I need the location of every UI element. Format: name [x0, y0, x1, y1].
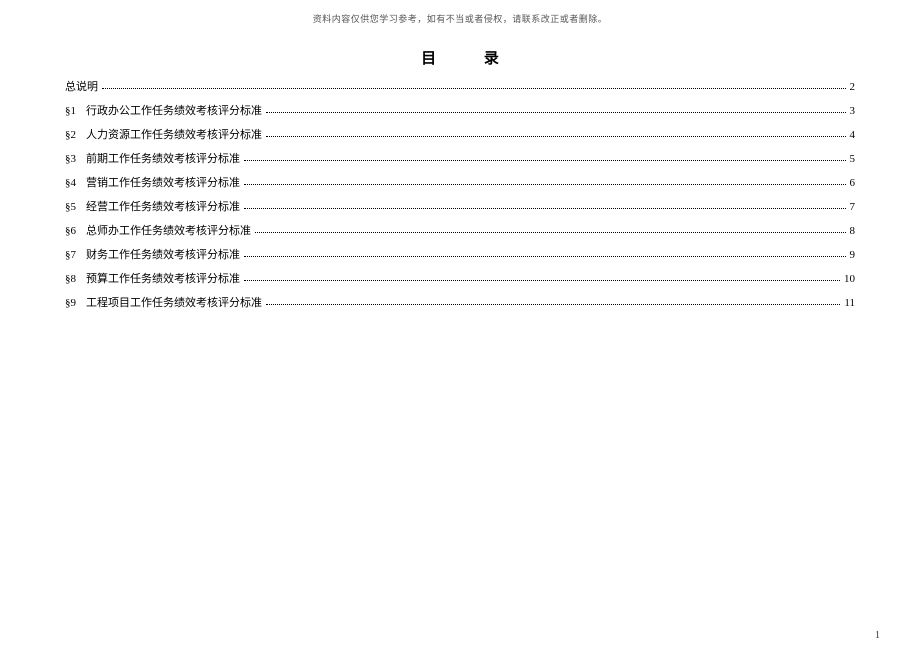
- toc-entry-label: 前期工作任务绩效考核评分标准: [86, 154, 240, 165]
- toc-entry-page: 6: [850, 178, 856, 189]
- toc-entry: §3 前期工作任务绩效考核评分标准 5: [65, 154, 855, 165]
- toc-entry-page: 5: [850, 154, 856, 165]
- toc-leader-dots: [244, 184, 846, 185]
- toc-entry-label: 财务工作任务绩效考核评分标准: [86, 250, 240, 261]
- toc-leader-dots: [266, 112, 846, 113]
- toc-entry-page: 2: [850, 82, 856, 93]
- toc-entry: §9 工程项目工作任务绩效考核评分标准 11: [65, 298, 855, 309]
- toc-entry-page: 4: [850, 130, 856, 141]
- table-of-contents: 总说明 2 §1 行政办公工作任务绩效考核评分标准 3 §2 人力资源工作任务绩…: [65, 82, 855, 309]
- toc-entry-label: 总说明: [65, 82, 98, 93]
- toc-leader-dots: [266, 304, 840, 305]
- toc-entry: §6 总师办工作任务绩效考核评分标准 8: [65, 226, 855, 237]
- toc-entry-label: 工程项目工作任务绩效考核评分标准: [86, 298, 262, 309]
- toc-entry-prefix: §7: [65, 250, 76, 261]
- toc-title: 目 录: [0, 47, 920, 68]
- toc-leader-dots: [244, 280, 840, 281]
- toc-entry: §7 财务工作任务绩效考核评分标准 9: [65, 250, 855, 261]
- toc-leader-dots: [244, 160, 846, 161]
- toc-entry-prefix: §6: [65, 226, 76, 237]
- toc-entry-page: 8: [850, 226, 856, 237]
- page-number: 1: [875, 630, 880, 641]
- toc-entry-prefix: §9: [65, 298, 76, 309]
- toc-leader-dots: [255, 232, 846, 233]
- toc-entry-label: 营销工作任务绩效考核评分标准: [86, 178, 240, 189]
- toc-entry: §2 人力资源工作任务绩效考核评分标准 4: [65, 130, 855, 141]
- toc-entry-prefix: §4: [65, 178, 76, 189]
- toc-entry-prefix: §3: [65, 154, 76, 165]
- toc-entry-page: 10: [844, 274, 855, 285]
- toc-entry: §5 经营工作任务绩效考核评分标准 7: [65, 202, 855, 213]
- toc-entry-prefix: §5: [65, 202, 76, 213]
- toc-leader-dots: [244, 208, 846, 209]
- toc-entry-page: 9: [850, 250, 856, 261]
- toc-entry-label: 总师办工作任务绩效考核评分标准: [86, 226, 251, 237]
- toc-entry-prefix: §1: [65, 106, 76, 117]
- toc-entry-prefix: §8: [65, 274, 76, 285]
- toc-entry-page: 11: [844, 298, 855, 309]
- toc-entry-label: 人力资源工作任务绩效考核评分标准: [86, 130, 262, 141]
- toc-entry: §1 行政办公工作任务绩效考核评分标准 3: [65, 106, 855, 117]
- toc-entry-label: 经营工作任务绩效考核评分标准: [86, 202, 240, 213]
- toc-entry-label: 预算工作任务绩效考核评分标准: [86, 274, 240, 285]
- toc-entry-label: 行政办公工作任务绩效考核评分标准: [86, 106, 262, 117]
- toc-entry: §8 预算工作任务绩效考核评分标准 10: [65, 274, 855, 285]
- toc-entry-page: 3: [850, 106, 856, 117]
- toc-entry-prefix: §2: [65, 130, 76, 141]
- toc-entry-page: 7: [850, 202, 856, 213]
- toc-leader-dots: [266, 136, 846, 137]
- toc-entry: §4 营销工作任务绩效考核评分标准 6: [65, 178, 855, 189]
- toc-entry: 总说明 2: [65, 82, 855, 93]
- header-disclaimer: 资料内容仅供您学习参考，如有不当或者侵权，请联系改正或者删除。: [0, 0, 920, 25]
- toc-leader-dots: [102, 88, 846, 89]
- toc-leader-dots: [244, 256, 846, 257]
